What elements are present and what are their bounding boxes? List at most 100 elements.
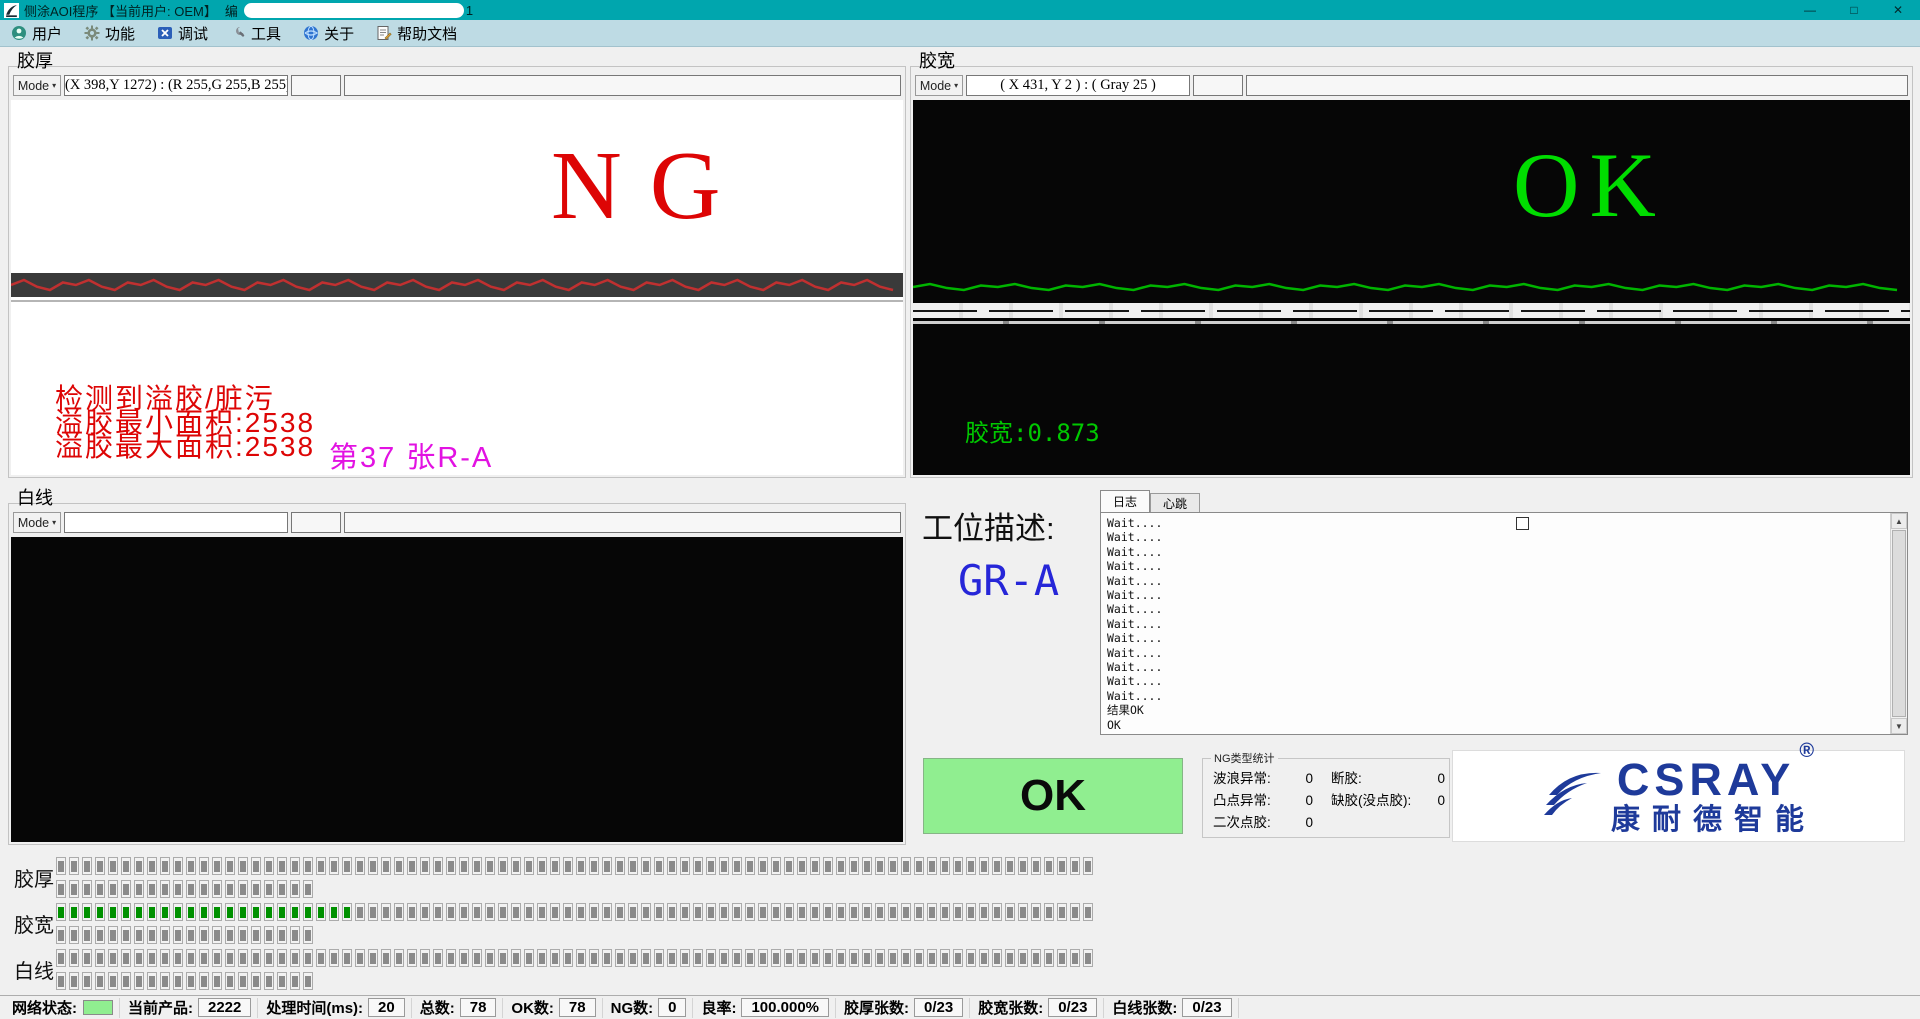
indicator-cell: [173, 903, 183, 921]
indicator-cell: [563, 857, 573, 875]
glue-width-mode-dropdown[interactable]: Mode ▾: [915, 75, 963, 96]
status-time: 处理时间(ms):20: [258, 998, 411, 1018]
scroll-down-icon[interactable]: ▼: [1891, 718, 1907, 734]
indicator-cell: [862, 903, 872, 921]
indicator-cell: [69, 857, 79, 875]
status-label: 良率:: [701, 997, 736, 1018]
indicator-cell: [628, 903, 638, 921]
white-line-image[interactable]: [11, 537, 903, 842]
indicator-cell: [1031, 903, 1041, 921]
indicator-cell: [667, 857, 677, 875]
menu-item-about[interactable]: 关于: [292, 20, 365, 46]
indicator-cell: [966, 949, 976, 967]
gear-icon: [84, 25, 100, 41]
indicator-cell: [979, 903, 989, 921]
indicator-cell: [849, 903, 859, 921]
indicator-cell: [134, 857, 144, 875]
indicator-cell: [303, 949, 313, 967]
log-line: Wait....: [1107, 689, 1890, 703]
indicator-cell: [238, 949, 248, 967]
indicator-cell: [758, 857, 768, 875]
indicator-cell: [316, 949, 326, 967]
indicator-cell: [511, 903, 521, 921]
close-button[interactable]: ✕: [1876, 0, 1920, 20]
menu-item-debug[interactable]: 调试: [146, 20, 219, 46]
log-panel: Wait....Wait....Wait....Wait....Wait....…: [1100, 512, 1908, 735]
indicator-cell: [316, 857, 326, 875]
menu-item-helpdoc[interactable]: 帮助文档: [365, 20, 468, 46]
indicator-cell: [888, 903, 898, 921]
indicator-cell: [1005, 949, 1015, 967]
indicator-cell: [563, 903, 573, 921]
indicator-cell: [277, 949, 287, 967]
indicator-cell: [784, 949, 794, 967]
tab-log[interactable]: 日志: [1100, 490, 1150, 512]
log-content: Wait....Wait....Wait....Wait....Wait....…: [1101, 513, 1890, 734]
glue-thickness-mode-dropdown[interactable]: Mode ▾: [13, 75, 61, 96]
indicator-cell: [1057, 949, 1067, 967]
defect-line: 溢胶最大面积:2538: [55, 435, 315, 459]
indicator-cell: [264, 880, 274, 898]
indicator-cell: [355, 903, 365, 921]
log-line: Wait....: [1107, 674, 1890, 688]
menu-item-user[interactable]: 用户: [0, 20, 73, 46]
log-scrollbar[interactable]: ▲ ▼: [1890, 513, 1907, 734]
indicator-cell: [147, 857, 157, 875]
white-line-coord-readout: [64, 512, 288, 533]
indicator-cell: [134, 949, 144, 967]
status-label: 胶宽张数:: [978, 997, 1043, 1018]
indicator-cell: [1083, 857, 1093, 875]
indicator-cell: [433, 903, 443, 921]
indicator-cell: [329, 903, 339, 921]
indicator-cell: [277, 972, 287, 990]
indicator-cell: [550, 857, 560, 875]
status-baixian-count: 白线张数:0/23: [1104, 998, 1238, 1018]
indicator-cell: [927, 857, 937, 875]
indicator-cell: [940, 857, 950, 875]
result-ok-button[interactable]: OK: [923, 758, 1183, 834]
glue-width-toolbar: Mode ▾ ( X 431, Y 2 ) : ( Gray 25 ): [915, 75, 1908, 96]
indicator-cell: [108, 880, 118, 898]
indicator-cell: [56, 880, 66, 898]
indicator-cell: [888, 949, 898, 967]
white-line-mode-dropdown[interactable]: Mode ▾: [13, 512, 61, 533]
log-checkbox[interactable]: [1516, 517, 1529, 530]
indicator-cell: [238, 972, 248, 990]
ng-type-statistics: NG类型统计 波浪异常:0凸点异常:0二次点胶:0 断胶:0缺胶(没点胶):0: [1202, 758, 1450, 838]
indicator-cell: [667, 949, 677, 967]
menu-item-tools[interactable]: 工具: [219, 20, 292, 46]
indicator-cell: [732, 857, 742, 875]
indicator-cell: [875, 857, 885, 875]
indicator-cell: [290, 903, 300, 921]
indicator-cell: [199, 903, 209, 921]
indicator-cell: [992, 949, 1002, 967]
indicator-cell: [992, 903, 1002, 921]
indicator-cell: [602, 949, 612, 967]
indicator-cell: [251, 857, 261, 875]
vendor-logo: CSRAY® 康耐德智能: [1452, 750, 1905, 842]
glue-thickness-image[interactable]: NG 检测到溢胶/脏污 溢胶最小面积:2538 溢胶最大面积:2538 第37 …: [11, 100, 903, 475]
indicator-row: [56, 926, 1096, 944]
glue-width-image[interactable]: OK 胶宽:0.873: [913, 100, 1910, 475]
help-doc-icon: [376, 25, 392, 41]
indicator-cell: [95, 903, 105, 921]
indicator-cell: [303, 926, 313, 944]
scrollbar-thumb[interactable]: [1892, 530, 1906, 717]
indicator-cell: [498, 949, 508, 967]
indicator-cell: [576, 903, 586, 921]
status-value: 78: [460, 998, 497, 1017]
logo-brand-text: CSRAY®: [1617, 757, 1810, 802]
tab-heartbeat[interactable]: 心跳: [1150, 493, 1200, 512]
ng-stat-label: 二次点胶:: [1213, 812, 1271, 834]
minimize-button[interactable]: —: [1788, 0, 1832, 20]
indicator-cell: [1031, 857, 1041, 875]
maximize-button[interactable]: □: [1832, 0, 1876, 20]
status-ok: OK数:78: [503, 998, 602, 1018]
indicator-cell: [355, 949, 365, 967]
glue-width-coord-readout: ( X 431, Y 2 ) : ( Gray 25 ): [966, 75, 1190, 96]
menu-item-function[interactable]: 功能: [73, 20, 146, 46]
mode-label: Mode: [920, 79, 951, 93]
indicator-cell: [1057, 903, 1067, 921]
ng-stat-label: 断胶:: [1331, 768, 1362, 790]
scroll-up-icon[interactable]: ▲: [1891, 513, 1907, 529]
